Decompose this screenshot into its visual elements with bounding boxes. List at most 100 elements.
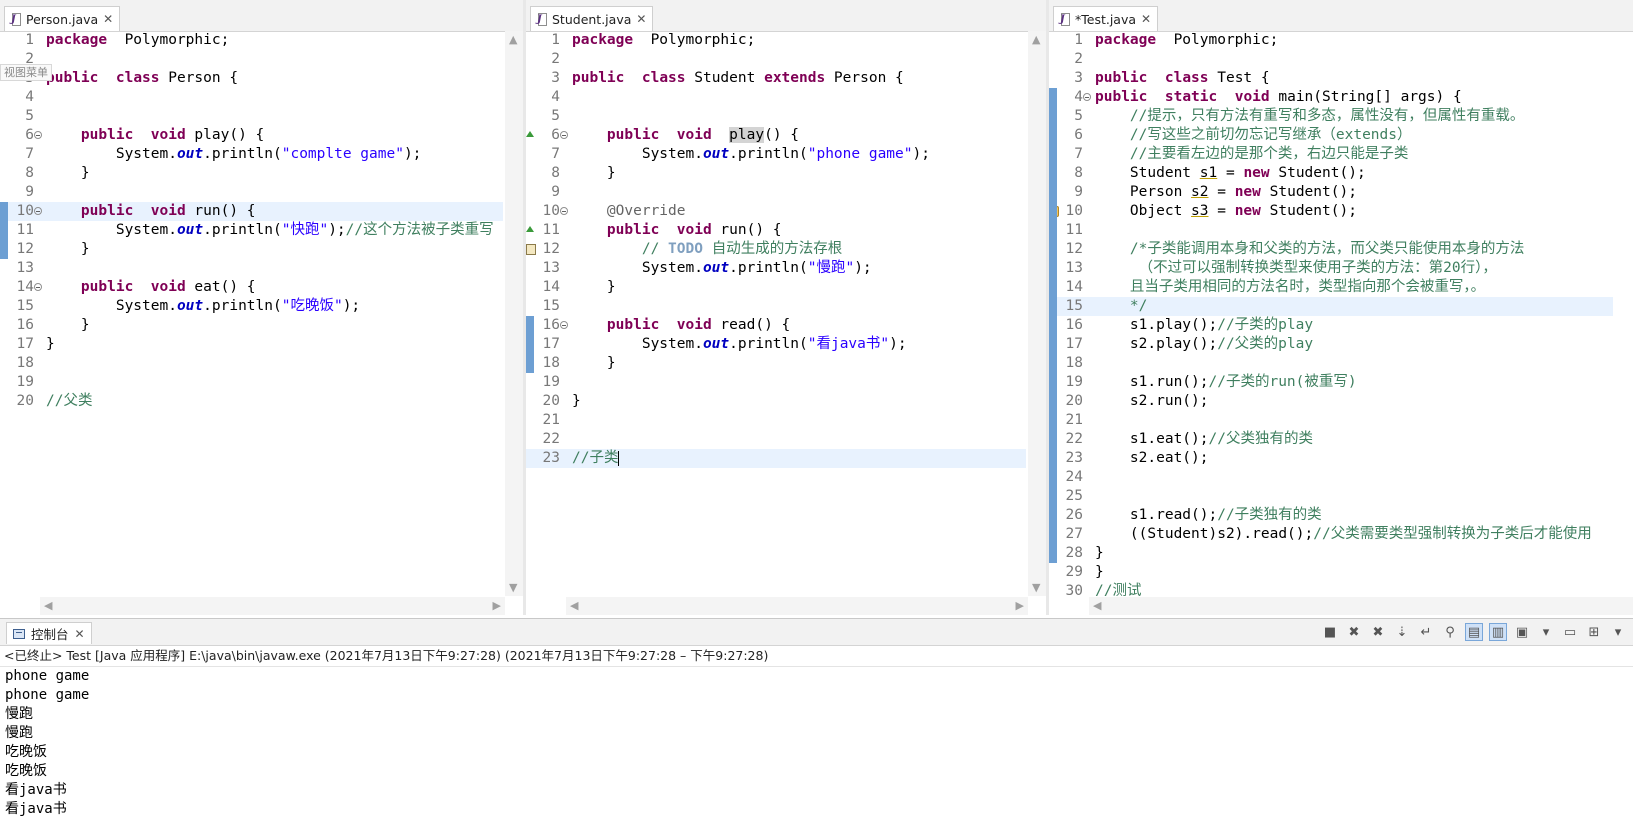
code-area[interactable]: 1 package Polymorphic; 2 3 public class Stud…: [526, 31, 1046, 596]
code-line[interactable]: 9: [526, 183, 1026, 202]
view-menu-icon[interactable]: ▭: [1561, 623, 1579, 641]
code-line[interactable]: 4: [0, 88, 503, 107]
close-icon[interactable]: ✕: [1141, 13, 1151, 25]
code-line[interactable]: 13 System.out.println("慢跑");: [526, 259, 1026, 278]
fold-toggle-icon[interactable]: [34, 207, 42, 215]
scroll-up-icon[interactable]: ▲: [1032, 34, 1040, 45]
tab-person-java[interactable]: J Person.java ✕: [4, 6, 121, 31]
tab-test-java[interactable]: J *Test.java ✕: [1053, 6, 1159, 31]
code-line[interactable]: 17}: [0, 335, 503, 354]
code-line[interactable]: 11 System.out.println("快跑");//这个方法被子类重写: [0, 221, 503, 240]
vertical-scrollbar[interactable]: ▲ ▼: [505, 31, 523, 596]
tab-console[interactable]: 控制台 ✕: [6, 622, 92, 644]
code-line[interactable]: 3 public class Student extends Person {: [526, 69, 1026, 88]
code-line[interactable]: 28}: [1049, 544, 1613, 563]
code-line[interactable]: 5: [526, 107, 1026, 126]
code-line[interactable]: 29}: [1049, 563, 1613, 582]
code-line[interactable]: 16 s1.play();//子类的play: [1049, 316, 1613, 335]
horizontal-scrollbar[interactable]: ◀ ▶: [40, 597, 505, 615]
code-line[interactable]: 7 System.out.println("complte game");: [0, 145, 503, 164]
code-line[interactable]: 21: [526, 411, 1026, 430]
code-line[interactable]: 7 System.out.println("phone game");: [526, 145, 1026, 164]
code-line[interactable]: 25: [1049, 487, 1613, 506]
code-line[interactable]: 5: [0, 107, 503, 126]
code-line[interactable]: 8 }: [526, 164, 1026, 183]
code-line[interactable]: 18: [0, 354, 503, 373]
scroll-right-icon[interactable]: ▶: [1016, 600, 1024, 611]
code-line[interactable]: 13: [0, 259, 503, 278]
code-line[interactable]: 6 public void play() {: [0, 126, 503, 145]
stop-icon[interactable]: ■: [1321, 623, 1339, 641]
todo-marker-icon[interactable]: [526, 244, 536, 255]
tab-student-java[interactable]: J Student.java ✕: [530, 6, 654, 31]
code-line[interactable]: 18: [1049, 354, 1613, 373]
code-line[interactable]: 1 package Polymorphic;: [526, 31, 1026, 50]
code-line[interactable]: 4 public static void main(String[] args) …: [1049, 88, 1613, 107]
code-line[interactable]: 6 public void play() {: [526, 126, 1026, 145]
horizontal-scrollbar[interactable]: ◀: [1089, 597, 1633, 615]
remove-launch-icon[interactable]: ✖: [1345, 623, 1363, 641]
display-selected-icon[interactable]: ▾: [1537, 623, 1555, 641]
code-line[interactable]: 20 s2.run();: [1049, 392, 1613, 411]
code-line[interactable]: 23 s2.eat();: [1049, 449, 1613, 468]
scroll-up-icon[interactable]: ▲: [509, 34, 517, 45]
code-line[interactable]: 9: [0, 183, 503, 202]
code-line[interactable]: 14 且当子类用相同的方法名时，类型指向那个会被重写，。: [1049, 278, 1613, 297]
code-line[interactable]: 22: [526, 430, 1026, 449]
code-line[interactable]: 9 Person s2 = new Student();: [1049, 183, 1613, 202]
code-line[interactable]: 12 }: [0, 240, 503, 259]
word-wrap-icon[interactable]: ↵: [1417, 623, 1435, 641]
code-line[interactable]: 18 }: [526, 354, 1026, 373]
code-line[interactable]: 15: [526, 297, 1026, 316]
code-line[interactable]: 2: [1049, 50, 1613, 69]
scroll-left-icon[interactable]: ◀: [570, 600, 578, 611]
scroll-down-icon[interactable]: ▼: [1032, 582, 1040, 593]
code-line[interactable]: 10 public void run() {: [0, 202, 503, 221]
scroll-down-icon[interactable]: ▼: [509, 582, 517, 593]
close-icon[interactable]: ✕: [75, 628, 85, 640]
pin-icon[interactable]: ⚲: [1441, 623, 1459, 641]
scroll-left-icon[interactable]: ◀: [44, 600, 52, 611]
code-line[interactable]: 16 }: [0, 316, 503, 335]
code-line[interactable]: 5 //提示，只有方法有重写和多态，属性没有，但属性有重载。: [1049, 107, 1613, 126]
code-line[interactable]: 23 //子类: [526, 449, 1026, 468]
code-line[interactable]: 1 package Polymorphic;: [1049, 31, 1613, 50]
code-line[interactable]: 30 //测试: [1049, 582, 1613, 596]
code-area[interactable]: 1 package Polymorphic; 2 3 public class Test…: [1049, 31, 1633, 596]
fold-toggle-icon[interactable]: [560, 321, 568, 329]
code-line[interactable]: 19 s1.run();//子类的run(被重写): [1049, 373, 1613, 392]
fold-toggle-icon[interactable]: [34, 131, 42, 139]
code-line[interactable]: 11: [1049, 221, 1613, 240]
code-line[interactable]: 12 // TODO 自动生成的方法存根: [526, 240, 1026, 259]
code-line[interactable]: 8 Student s1 = new Student();: [1049, 164, 1613, 183]
new-console-icon[interactable]: ⊞: [1585, 623, 1603, 641]
code-line[interactable]: 20 //父类: [0, 392, 503, 411]
override-marker-icon[interactable]: [526, 226, 534, 232]
code-line[interactable]: 3public class Person {: [0, 69, 503, 88]
show-stdout-icon[interactable]: ▤: [1465, 623, 1483, 641]
override-marker-icon[interactable]: [526, 131, 534, 137]
code-line[interactable]: 27 ((Student)s2).read();//父类需要类型强制转换为子类后…: [1049, 525, 1613, 544]
code-line[interactable]: 17 s2.play();//父类的play: [1049, 335, 1613, 354]
code-line[interactable]: 15 */: [1049, 297, 1613, 316]
scroll-lock-icon[interactable]: ⇣: [1393, 623, 1411, 641]
code-line[interactable]: 12 /*子类能调用本身和父类的方法，而父类只能使用本身的方法: [1049, 240, 1613, 259]
code-line[interactable]: 19: [526, 373, 1026, 392]
code-line[interactable]: 10 @Override: [526, 202, 1026, 221]
code-line[interactable]: 22 s1.eat();//父类独有的类: [1049, 430, 1613, 449]
code-line[interactable]: 1 package Polymorphic;: [0, 31, 503, 50]
code-line[interactable]: 8 }: [0, 164, 503, 183]
code-line[interactable]: 16 public void read() {: [526, 316, 1026, 335]
code-line[interactable]: 15 System.out.println("吃晚饭");: [0, 297, 503, 316]
remove-all-icon[interactable]: ✖: [1369, 623, 1387, 641]
code-line[interactable]: 26 s1.read();//子类独有的类: [1049, 506, 1613, 525]
horizontal-scrollbar[interactable]: ◀ ▶: [566, 597, 1028, 615]
code-line[interactable]: 4: [526, 88, 1026, 107]
fold-toggle-icon[interactable]: [560, 131, 568, 139]
code-line[interactable]: 2: [0, 50, 503, 69]
code-line[interactable]: 19: [0, 373, 503, 392]
code-line[interactable]: 13 （不过可以强制转换类型来使用子类的方法：第20行），: [1049, 259, 1613, 278]
open-console-icon[interactable]: ▣: [1513, 623, 1531, 641]
code-line[interactable]: 6 //写这些之前切勿忘记写继承（extends）: [1049, 126, 1613, 145]
show-stderr-icon[interactable]: ▥: [1489, 623, 1507, 641]
